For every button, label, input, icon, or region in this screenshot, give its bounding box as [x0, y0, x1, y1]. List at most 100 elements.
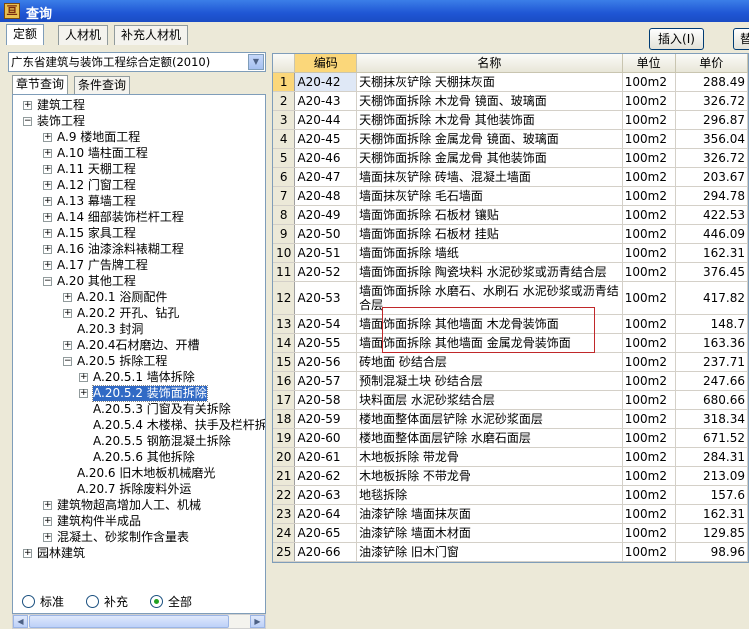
- row-number[interactable]: 11: [273, 262, 296, 282]
- quota-code[interactable]: A20-45: [294, 129, 358, 149]
- quota-unit[interactable]: 100m2: [622, 205, 676, 225]
- quota-code[interactable]: A20-51: [294, 243, 358, 263]
- tree-node-label[interactable]: A.20.2 开孔、钻孔: [77, 306, 179, 321]
- quota-unit[interactable]: 100m2: [622, 281, 676, 315]
- tree-node-label[interactable]: 建筑物超高增加人工、机械: [57, 498, 201, 513]
- quota-unit[interactable]: 100m2: [622, 447, 676, 467]
- header-name[interactable]: 名称: [356, 54, 623, 73]
- tree-node-label[interactable]: A.20.5.2 装饰面拆除: [92, 385, 208, 402]
- quota-name[interactable]: 楼地面整体面层铲除 水泥砂浆面层: [356, 409, 623, 429]
- quota-price[interactable]: 376.45: [675, 262, 748, 282]
- quota-code[interactable]: A20-55: [294, 333, 358, 353]
- expand-icon[interactable]: +: [43, 517, 52, 526]
- tab-materials[interactable]: 人材机: [58, 25, 109, 45]
- quota-unit[interactable]: 100m2: [622, 333, 676, 353]
- quota-price[interactable]: 129.85: [675, 523, 748, 543]
- tree-node-label[interactable]: A.20.5.4 木楼梯、扶手及栏杆拆: [93, 418, 265, 433]
- radio-all[interactable]: 全部: [150, 595, 192, 609]
- quota-price[interactable]: 680.66: [675, 390, 748, 410]
- quota-price[interactable]: 417.82: [675, 281, 748, 315]
- row-number[interactable]: 4: [273, 129, 296, 149]
- quota-unit[interactable]: 100m2: [622, 409, 676, 429]
- row-number[interactable]: 19: [273, 428, 296, 448]
- quota-code[interactable]: A20-59: [294, 409, 358, 429]
- row-number[interactable]: 2: [273, 91, 296, 111]
- row-number[interactable]: 6: [273, 167, 296, 187]
- quota-price[interactable]: 163.36: [675, 333, 748, 353]
- quota-library-select[interactable]: 广东省建筑与装饰工程综合定额(2010) ▼: [8, 52, 266, 72]
- quota-code[interactable]: A20-56: [294, 352, 358, 372]
- table-row[interactable]: 15 A20-56 砖地面 砂结合层 100m2 237.71: [273, 352, 748, 372]
- row-number[interactable]: 9: [273, 224, 296, 244]
- table-row[interactable]: 14 A20-55 墙面饰面拆除 其他墙面 金属龙骨装饰面 100m2 163.36: [273, 333, 748, 353]
- tree-node-label[interactable]: A.14 细部装饰栏杆工程: [57, 210, 184, 225]
- quota-code[interactable]: A20-49: [294, 205, 358, 225]
- quota-unit[interactable]: 100m2: [622, 110, 676, 130]
- table-row[interactable]: 13 A20-54 墙面饰面拆除 其他墙面 木龙骨装饰面 100m2 148.7: [273, 314, 748, 334]
- quota-price[interactable]: 284.31: [675, 447, 748, 467]
- quota-unit[interactable]: 100m2: [622, 262, 676, 282]
- tab-condition-query[interactable]: 条件查询: [74, 76, 131, 94]
- quota-code[interactable]: A20-62: [294, 466, 358, 486]
- tree-node-label[interactable]: A.13 幕墙工程: [57, 194, 136, 209]
- quota-unit[interactable]: 100m2: [622, 148, 676, 168]
- expand-icon[interactable]: +: [79, 373, 88, 382]
- quota-unit[interactable]: 100m2: [622, 466, 676, 486]
- expand-icon[interactable]: +: [43, 197, 52, 206]
- quota-name[interactable]: 天棚饰面拆除 金属龙骨 镜面、玻璃面: [356, 129, 623, 149]
- quota-code[interactable]: A20-57: [294, 371, 358, 391]
- quota-price[interactable]: 288.49: [675, 72, 748, 92]
- tree-node-label[interactable]: A.17 广告牌工程: [57, 258, 148, 273]
- tree-node-label[interactable]: 装饰工程: [37, 114, 85, 129]
- tree-node-label[interactable]: 混凝土、砂浆制作含量表: [57, 530, 189, 545]
- table-row[interactable]: 17 A20-58 块料面层 水泥砂浆结合层 100m2 680.66: [273, 390, 748, 410]
- tree-node-label[interactable]: A.20.3 封洞: [77, 322, 143, 337]
- quota-name[interactable]: 天棚饰面拆除 木龙骨 其他装饰面: [356, 110, 623, 130]
- chapter-tree[interactable]: + 建筑工程 − 装饰工程 + A.9 楼地面工程 + A.10 墙柱面工程 + A.11 天棚工…: [12, 94, 266, 614]
- quota-code[interactable]: A20-52: [294, 262, 358, 282]
- insert-button[interactable]: 插入(I): [649, 28, 704, 50]
- quota-price[interactable]: 148.7: [675, 314, 748, 334]
- tree-node-label[interactable]: A.16 油漆涂料裱糊工程: [57, 242, 184, 257]
- tree-node-label[interactable]: A.20.5.5 钢筋混凝土拆除: [93, 434, 231, 449]
- tree-node-label[interactable]: A.20.5.1 墙体拆除: [93, 370, 195, 385]
- table-row[interactable]: 18 A20-59 楼地面整体面层铲除 水泥砂浆面层 100m2 318.34: [273, 409, 748, 429]
- tree-node-label[interactable]: A.20.5.3 门窗及有关拆除: [93, 402, 231, 417]
- quota-price[interactable]: 318.34: [675, 409, 748, 429]
- expand-icon[interactable]: +: [43, 165, 52, 174]
- table-row[interactable]: 12 A20-53 墙面饰面拆除 水磨石、水刷石 水泥砂浆或沥青结合层 100m2 41…: [273, 281, 748, 315]
- quota-code[interactable]: A20-54: [294, 314, 358, 334]
- table-row[interactable]: 8 A20-49 墙面饰面拆除 石板材 镶贴 100m2 422.53: [273, 205, 748, 225]
- quota-unit[interactable]: 100m2: [622, 428, 676, 448]
- quota-name[interactable]: 楼地面整体面层铲除 水磨石面层: [356, 428, 623, 448]
- row-number[interactable]: 3: [273, 110, 296, 130]
- quota-unit[interactable]: 100m2: [622, 504, 676, 524]
- quota-name[interactable]: 墙面饰面拆除 水磨石、水刷石 水泥砂浆或沥青结合层: [356, 281, 623, 315]
- quota-unit[interactable]: 100m2: [622, 72, 676, 92]
- expand-icon[interactable]: +: [43, 501, 52, 510]
- radio-supplementary[interactable]: 补充: [86, 595, 128, 609]
- row-number[interactable]: 7: [273, 186, 296, 206]
- quota-price[interactable]: 296.87: [675, 110, 748, 130]
- quota-name[interactable]: 墙面饰面拆除 其他墙面 金属龙骨装饰面: [356, 333, 623, 353]
- row-number[interactable]: 23: [273, 504, 296, 524]
- expand-icon[interactable]: +: [43, 229, 52, 238]
- quota-price[interactable]: 446.09: [675, 224, 748, 244]
- quota-unit[interactable]: 100m2: [622, 91, 676, 111]
- table-row[interactable]: 24 A20-65 油漆铲除 墙面木材面 100m2 129.85: [273, 523, 748, 543]
- table-row[interactable]: 16 A20-57 预制混凝土块 砂结合层 100m2 247.66: [273, 371, 748, 391]
- row-number[interactable]: 22: [273, 485, 296, 505]
- quota-name[interactable]: 预制混凝土块 砂结合层: [356, 371, 623, 391]
- expand-icon[interactable]: +: [43, 213, 52, 222]
- scroll-thumb[interactable]: [29, 615, 229, 628]
- quota-name[interactable]: 墙面饰面拆除 墙纸: [356, 243, 623, 263]
- collapse-icon[interactable]: −: [63, 357, 72, 366]
- row-number[interactable]: 24: [273, 523, 296, 543]
- quota-price[interactable]: 203.67: [675, 167, 748, 187]
- quota-unit[interactable]: 100m2: [622, 224, 676, 244]
- row-number[interactable]: 8: [273, 205, 296, 225]
- quota-name[interactable]: 墙面饰面拆除 陶瓷块料 水泥砂浆或沥青结合层: [356, 262, 623, 282]
- app-icon[interactable]: 亘: [4, 3, 20, 19]
- quota-name[interactable]: 砖地面 砂结合层: [356, 352, 623, 372]
- quota-unit[interactable]: 100m2: [622, 167, 676, 187]
